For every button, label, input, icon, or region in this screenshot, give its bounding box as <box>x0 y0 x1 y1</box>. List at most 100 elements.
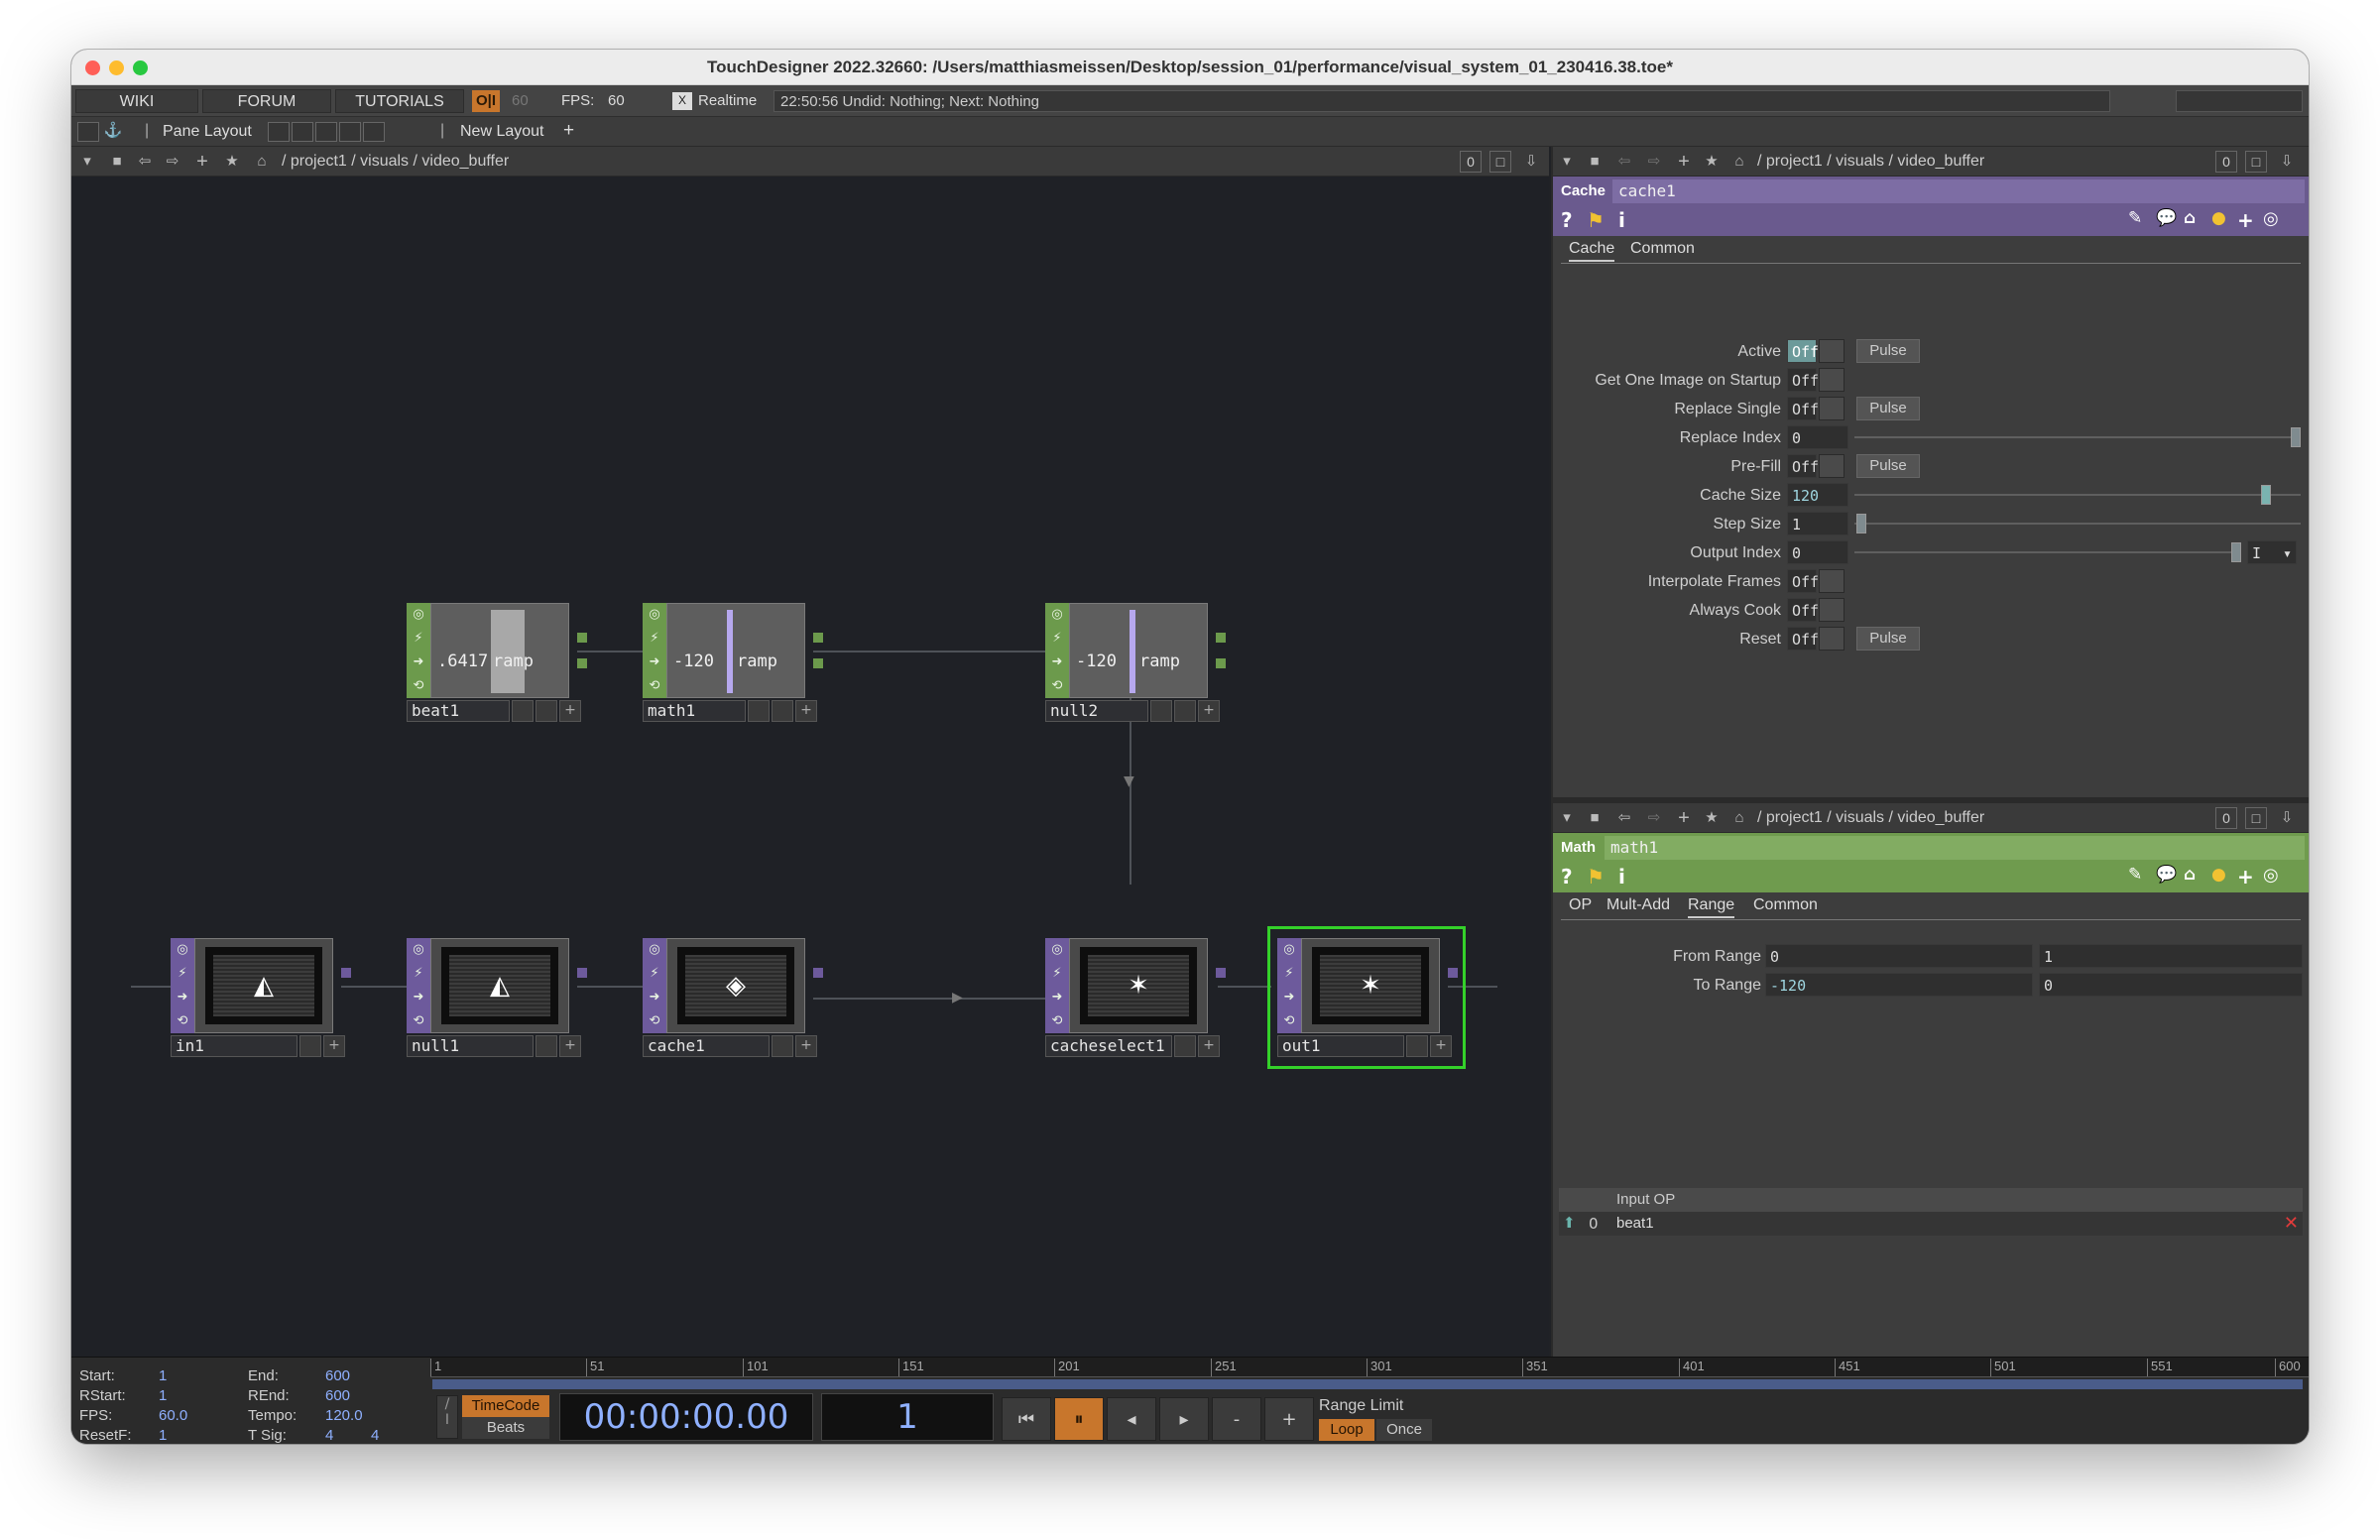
viewer-icon[interactable]: ◎ <box>1045 938 1069 962</box>
home-icon[interactable]: ⌂ <box>1729 152 1749 172</box>
param-from-range-b[interactable]: 1 <box>2039 944 2303 968</box>
expand-flag-icon[interactable]: + <box>795 1035 817 1057</box>
tab-mult-add[interactable]: Mult-Add <box>1606 896 1670 914</box>
cook-icon[interactable]: ⚡ <box>1045 962 1069 986</box>
remove-input-icon[interactable]: ✕ <box>2284 1213 2299 1234</box>
start-value[interactable]: 1 <box>159 1367 167 1384</box>
param-pre-fill-toggle[interactable] <box>1819 454 1844 478</box>
timeline-ruler[interactable]: 1 51 101 151 201 251 301 351 401 451 501 551 600 <box>430 1358 2309 1377</box>
node-in1[interactable]: ◎ ⚡ ➜ ⟲ ◭ in1 + <box>171 938 351 1057</box>
back-arrow-icon[interactable]: ⇦ <box>135 152 155 172</box>
star-icon[interactable]: ★ <box>1702 152 1722 172</box>
lock-flag[interactable] <box>1174 1035 1196 1057</box>
pin-icon[interactable]: ➜ <box>171 986 194 1009</box>
param-reset-toggle[interactable] <box>1819 627 1844 651</box>
param-active-value[interactable]: Off <box>1787 339 1819 363</box>
output-port[interactable] <box>341 968 351 978</box>
pane-maximize-icon[interactable]: □ <box>1489 151 1511 173</box>
layout-split-horizontal-icon[interactable] <box>315 122 337 142</box>
viewer-icon[interactable]: ◎ <box>407 603 430 627</box>
layout-three-icon[interactable] <box>339 122 361 142</box>
download-arrow-icon[interactable]: ⇩ <box>2277 152 2297 172</box>
expand-flag-icon[interactable]: + <box>1198 700 1220 722</box>
param-get-one-image-value[interactable]: Off <box>1787 368 1819 392</box>
tutorials-button[interactable]: TUTORIALS <box>335 89 464 113</box>
param-pre-fill-value[interactable]: Off <box>1787 454 1819 478</box>
pin-icon[interactable]: ➜ <box>407 986 430 1009</box>
param-interpolate-toggle[interactable] <box>1819 569 1844 593</box>
oi-toggle[interactable]: O|I <box>472 90 501 112</box>
star-icon[interactable]: ★ <box>1702 808 1722 828</box>
target-icon[interactable]: ◎ <box>2263 865 2279 886</box>
chevron-down-icon[interactable]: ▾ <box>77 152 97 172</box>
param-to-range-a[interactable]: -120 <box>1765 973 2033 997</box>
rstart-value[interactable]: 1 <box>159 1387 167 1404</box>
comment-icon[interactable]: 💬 <box>2156 865 2177 885</box>
add-layout-button[interactable]: + <box>563 120 574 142</box>
param-step-size-slider[interactable] <box>1854 523 2301 525</box>
param-replace-single-toggle[interactable] <box>1819 397 1844 420</box>
comment-icon[interactable]: 💬 <box>2156 208 2177 228</box>
new-layout-label[interactable]: New Layout <box>460 123 544 141</box>
help-icon[interactable]: ? <box>1561 865 1573 888</box>
op-name-field[interactable]: math1 <box>1605 836 2305 860</box>
tag-icon[interactable]: ⌂ <box>2184 208 2196 228</box>
expand-flag-icon[interactable]: + <box>1430 1035 1452 1057</box>
info-icon[interactable]: i <box>1618 208 1625 232</box>
param-output-index-menu[interactable]: I ▾ <box>2247 540 2297 564</box>
cook-icon[interactable]: ⚡ <box>643 627 666 651</box>
home-icon[interactable]: ⌂ <box>1729 808 1749 828</box>
pin-icon[interactable]: ➜ <box>643 651 666 674</box>
lock-flag[interactable] <box>299 1035 321 1057</box>
pin-icon[interactable]: ➜ <box>1277 986 1301 1009</box>
viewer-icon[interactable]: ◎ <box>171 938 194 962</box>
minus-icon[interactable]: - <box>1212 1397 1261 1441</box>
wiki-button[interactable]: WIKI <box>75 89 198 113</box>
timeline-scrub-bar[interactable] <box>432 1379 2303 1389</box>
resetf-value[interactable]: 1 <box>159 1427 167 1444</box>
lock-flag[interactable] <box>536 700 557 722</box>
output-port[interactable] <box>1216 968 1226 978</box>
node-name[interactable]: cache1 <box>643 1035 770 1057</box>
forward-arrow-icon[interactable]: ⇨ <box>1644 808 1664 828</box>
output-port[interactable] <box>1216 633 1226 643</box>
back-arrow-icon[interactable]: ⇦ <box>1614 152 1634 172</box>
cache-path[interactable]: / project1 / visuals / video_buffer <box>1757 153 1984 171</box>
node-out1[interactable]: ◎ ⚡ ➜ ⟲ ✶ out1 + <box>1277 938 1458 1057</box>
output-port[interactable] <box>1448 968 1458 978</box>
clone-icon[interactable]: ⟲ <box>171 1009 194 1033</box>
param-output-index-slider[interactable] <box>1854 551 2241 553</box>
param-step-size-value[interactable]: 1 <box>1787 512 1848 535</box>
python-icon[interactable]: ● <box>2211 865 2226 885</box>
tab-cache[interactable]: Cache <box>1569 240 1615 262</box>
cook-icon[interactable]: ⚡ <box>407 627 430 651</box>
forum-button[interactable]: FORUM <box>202 89 331 113</box>
download-arrow-icon[interactable]: ⇩ <box>1521 152 1541 172</box>
param-cache-size-value[interactable]: 120 <box>1787 483 1848 507</box>
node-beat1[interactable]: ◎ ⚡ ➜ ⟲ .6417 ramp beat1 + <box>407 603 587 722</box>
clone-icon[interactable]: ⟲ <box>1045 674 1069 698</box>
up-arrow-icon[interactable]: ⬆ <box>1563 1214 1576 1232</box>
lock-flag[interactable] <box>1174 700 1196 722</box>
realtime-checkbox[interactable]: X <box>672 92 692 110</box>
viewer-icon[interactable]: ◎ <box>643 938 666 962</box>
bypass-flag[interactable] <box>1150 700 1172 722</box>
param-replace-index-value[interactable]: 0 <box>1787 425 1848 449</box>
param-reset-value[interactable]: Off <box>1787 627 1819 651</box>
node-name[interactable]: in1 <box>171 1035 298 1057</box>
param-step-size-slider-handle[interactable] <box>1856 514 1866 533</box>
param-replace-index-slider[interactable] <box>1854 436 2301 438</box>
output-port[interactable] <box>813 658 823 668</box>
add-icon[interactable]: + <box>1674 808 1694 828</box>
cook-icon[interactable]: ⚡ <box>1045 627 1069 651</box>
input-name[interactable]: beat1 <box>1616 1215 1654 1232</box>
output-port[interactable] <box>577 633 587 643</box>
tab-common[interactable]: Common <box>1753 896 1818 914</box>
clone-icon[interactable]: ⟲ <box>407 674 430 698</box>
tsig-denominator[interactable]: 4 <box>371 1427 379 1444</box>
lock-flag[interactable] <box>772 1035 793 1057</box>
stop-icon[interactable]: ■ <box>107 152 127 172</box>
add-icon[interactable]: + <box>192 152 212 172</box>
param-cache-size-slider-handle[interactable] <box>2261 485 2271 505</box>
pin-icon[interactable]: ➜ <box>643 986 666 1009</box>
